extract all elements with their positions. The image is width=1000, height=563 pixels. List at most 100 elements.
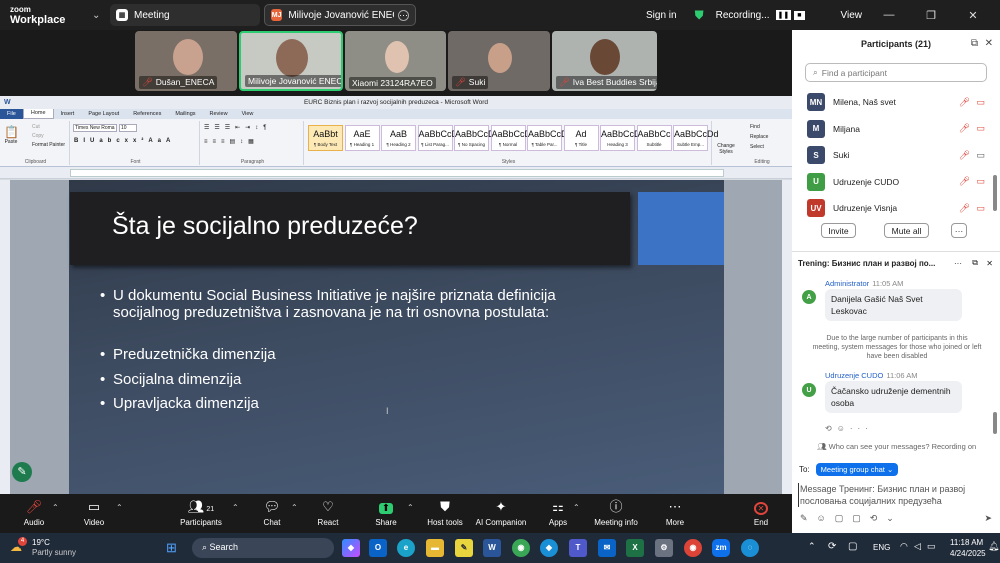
list-item[interactable]: S Suki 🎤︎ ▭ (792, 142, 990, 169)
vertical-scrollbar[interactable] (782, 180, 792, 494)
style-tile[interactable]: AaBbCcD Heading 3 (600, 125, 641, 151)
style-tile[interactable]: AaBbCcDd ¶ Normal (490, 125, 536, 151)
ribbon-tab-mailings[interactable]: Mailings (168, 109, 202, 119)
battery-icon[interactable]: ▭ (927, 541, 936, 552)
video-tile[interactable]: 🎤︎ Suki (448, 31, 550, 91)
audio-options-caret[interactable]: ⌃ (52, 503, 59, 512)
clock-time[interactable]: 11:18 AM (950, 538, 983, 547)
share-options-caret[interactable]: ⌃ (407, 503, 414, 512)
edge-icon[interactable]: e (397, 539, 415, 557)
pop-out-icon[interactable]: ⧉ (971, 38, 978, 49)
style-tile[interactable]: AaBbt ¶ Body Text (308, 125, 343, 151)
close-window-button[interactable]: ✕ (958, 9, 988, 22)
pop-out-icon[interactable]: ⧉ (972, 258, 978, 268)
ribbon-tab-page-layout[interactable]: Page Layout (81, 109, 126, 119)
more-options-button[interactable]: ··· (951, 223, 967, 238)
find-button[interactable]: Find (750, 124, 760, 130)
settings-icon[interactable]: ⚙ (655, 539, 673, 557)
style-tile[interactable]: AaB ¶ Heading 2 (381, 125, 416, 151)
paste-button[interactable]: 📋 Paste (4, 125, 19, 145)
wifi-icon[interactable]: ◠ (900, 541, 908, 552)
end-button[interactable]: ✕ End (741, 499, 781, 527)
tab-meeting[interactable]: ▦ Meeting (110, 4, 260, 26)
list-buttons[interactable]: ☰☰☰⇤⇥↕¶ (204, 124, 271, 131)
chat-input-tools[interactable]: ✎☺▢▢⟲⌄ (800, 513, 903, 524)
video-options-caret[interactable]: ⌃ (116, 503, 123, 512)
format-painter-button[interactable]: Format Painter (32, 142, 65, 148)
style-tile[interactable]: AaBbCcDd ¶ List Parag... (417, 125, 463, 151)
stop-recording-button[interactable]: ■ (794, 10, 805, 20)
style-tile[interactable]: AaBbCcDd Subtle Emp... (673, 125, 719, 151)
style-tile[interactable]: AaBbCcDd ¶ No Spacing (454, 125, 500, 151)
send-icon[interactable]: ➤ (984, 513, 992, 524)
list-item[interactable]: MN Milena, Naš svet 🎤︎ ▭ (792, 89, 990, 116)
close-icon[interactable]: ✕ (986, 259, 993, 268)
ribbon-tab-review[interactable]: Review (203, 109, 235, 119)
tray-app-icon[interactable]: ▢ (848, 541, 857, 552)
chat-button[interactable]: 💬︎ Chat (252, 499, 292, 527)
video-tile-active[interactable]: Milivoje Jovanović ENECA (239, 31, 343, 91)
chat-scrollbar[interactable] (993, 412, 997, 434)
word-app-icon[interactable]: W (483, 539, 501, 557)
outlook-icon[interactable]: O (369, 539, 387, 557)
audio-button[interactable]: 🎤︎ Audio (14, 499, 54, 527)
cut-button[interactable]: Cut (32, 124, 40, 130)
weather-widget[interactable]: ☁ 4 19°C Partly sunny (10, 537, 80, 559)
ai-companion-button[interactable]: ✦ AI Companion (474, 499, 528, 527)
video-button[interactable]: ▭ Video (74, 499, 114, 527)
chrome-icon[interactable]: ◉ (684, 539, 702, 557)
copy-button[interactable]: Copy (32, 133, 44, 139)
copilot-icon[interactable]: ◆ (342, 539, 360, 557)
video-tile[interactable]: 🎤︎ Iva Best Buddies Srbija (552, 31, 657, 91)
video-tile[interactable]: 🎤︎ Dušan_ENECA (135, 31, 237, 91)
recipient-dropdown[interactable]: Meeting group chat ⌄ (815, 463, 899, 476)
ribbon-tab-view[interactable]: View (235, 109, 261, 119)
close-icon[interactable]: ✕ (985, 38, 993, 49)
sign-in-button[interactable]: Sign in (646, 10, 677, 21)
notes-icon[interactable]: ✎ (455, 539, 473, 557)
ribbon-tab-insert[interactable]: Insert (54, 109, 82, 119)
tab-screen-share[interactable]: MJ Milivoje Jovanović ENECA's scree ··· (264, 4, 416, 26)
chrome-icon[interactable]: ◉ (512, 539, 530, 557)
zoom-app-icon[interactable]: zm (712, 539, 730, 557)
start-button[interactable]: ⊞ (166, 541, 177, 554)
participants-button[interactable]: 👥︎ 21 Participants (172, 499, 230, 527)
globe-icon[interactable]: ◌ (741, 539, 759, 557)
more-icon[interactable]: ··· (398, 9, 409, 21)
apps-options-caret[interactable]: ⌃ (573, 503, 580, 512)
mute-all-button[interactable]: Mute all (884, 223, 929, 238)
minimize-button[interactable]: — (874, 9, 904, 21)
tray-sync-icon[interactable]: ⟳ (828, 541, 836, 552)
align-buttons[interactable]: ≡≡≡▤↕▦ (204, 138, 259, 145)
message-actions[interactable]: ⟲☺··· (825, 424, 873, 433)
list-item[interactable]: M Miljana 🎤︎ ▭ (792, 116, 990, 143)
language-indicator[interactable]: ENG (873, 543, 890, 552)
teams-icon[interactable]: T (569, 539, 587, 557)
annotate-pencil-icon[interactable]: ✎ (12, 462, 32, 482)
participants-options-caret[interactable]: ⌃ (232, 503, 239, 512)
ribbon-tab-file[interactable]: File (0, 109, 23, 119)
font-name-select[interactable]: Times New Roma (73, 124, 117, 132)
chevron-down-icon[interactable]: ⌄ (92, 10, 106, 21)
search-box[interactable]: ⌕ Search (192, 538, 334, 558)
restore-button[interactable]: ❐ (916, 9, 946, 22)
replace-button[interactable]: Replace (750, 134, 768, 140)
react-button[interactable]: ♡ React (308, 499, 348, 527)
app-icon[interactable]: ◆ (540, 539, 558, 557)
excel-icon[interactable]: X (626, 539, 644, 557)
video-tile[interactable]: Xiaomi 23124RA7EO (345, 31, 446, 91)
mail-icon[interactable]: ✉ (598, 539, 616, 557)
apps-button[interactable]: ⚏ Apps (538, 499, 578, 527)
font-format-buttons[interactable]: BIUabcxx²AaA (74, 138, 175, 144)
view-button[interactable]: View (841, 10, 863, 21)
style-tile[interactable]: Ad ¶ Title (563, 125, 599, 151)
more-button[interactable]: ⋯ More (655, 499, 695, 527)
notifications-icon[interactable]: 🔔︎ (988, 541, 999, 552)
list-item[interactable]: U Udruzenje CUDO 🎤︎ ▭ (792, 169, 990, 196)
chat-options-caret[interactable]: ⌃ (291, 503, 298, 512)
host-tools-button[interactable]: ⛊ Host tools (424, 499, 466, 527)
list-item[interactable]: UV Udruzenje Visnja 🎤︎ ▭ (792, 195, 990, 222)
invite-button[interactable]: Invite (821, 223, 856, 238)
clock-date[interactable]: 4/24/2025 (950, 549, 986, 558)
change-styles-button[interactable]: Change Styles (714, 143, 738, 155)
